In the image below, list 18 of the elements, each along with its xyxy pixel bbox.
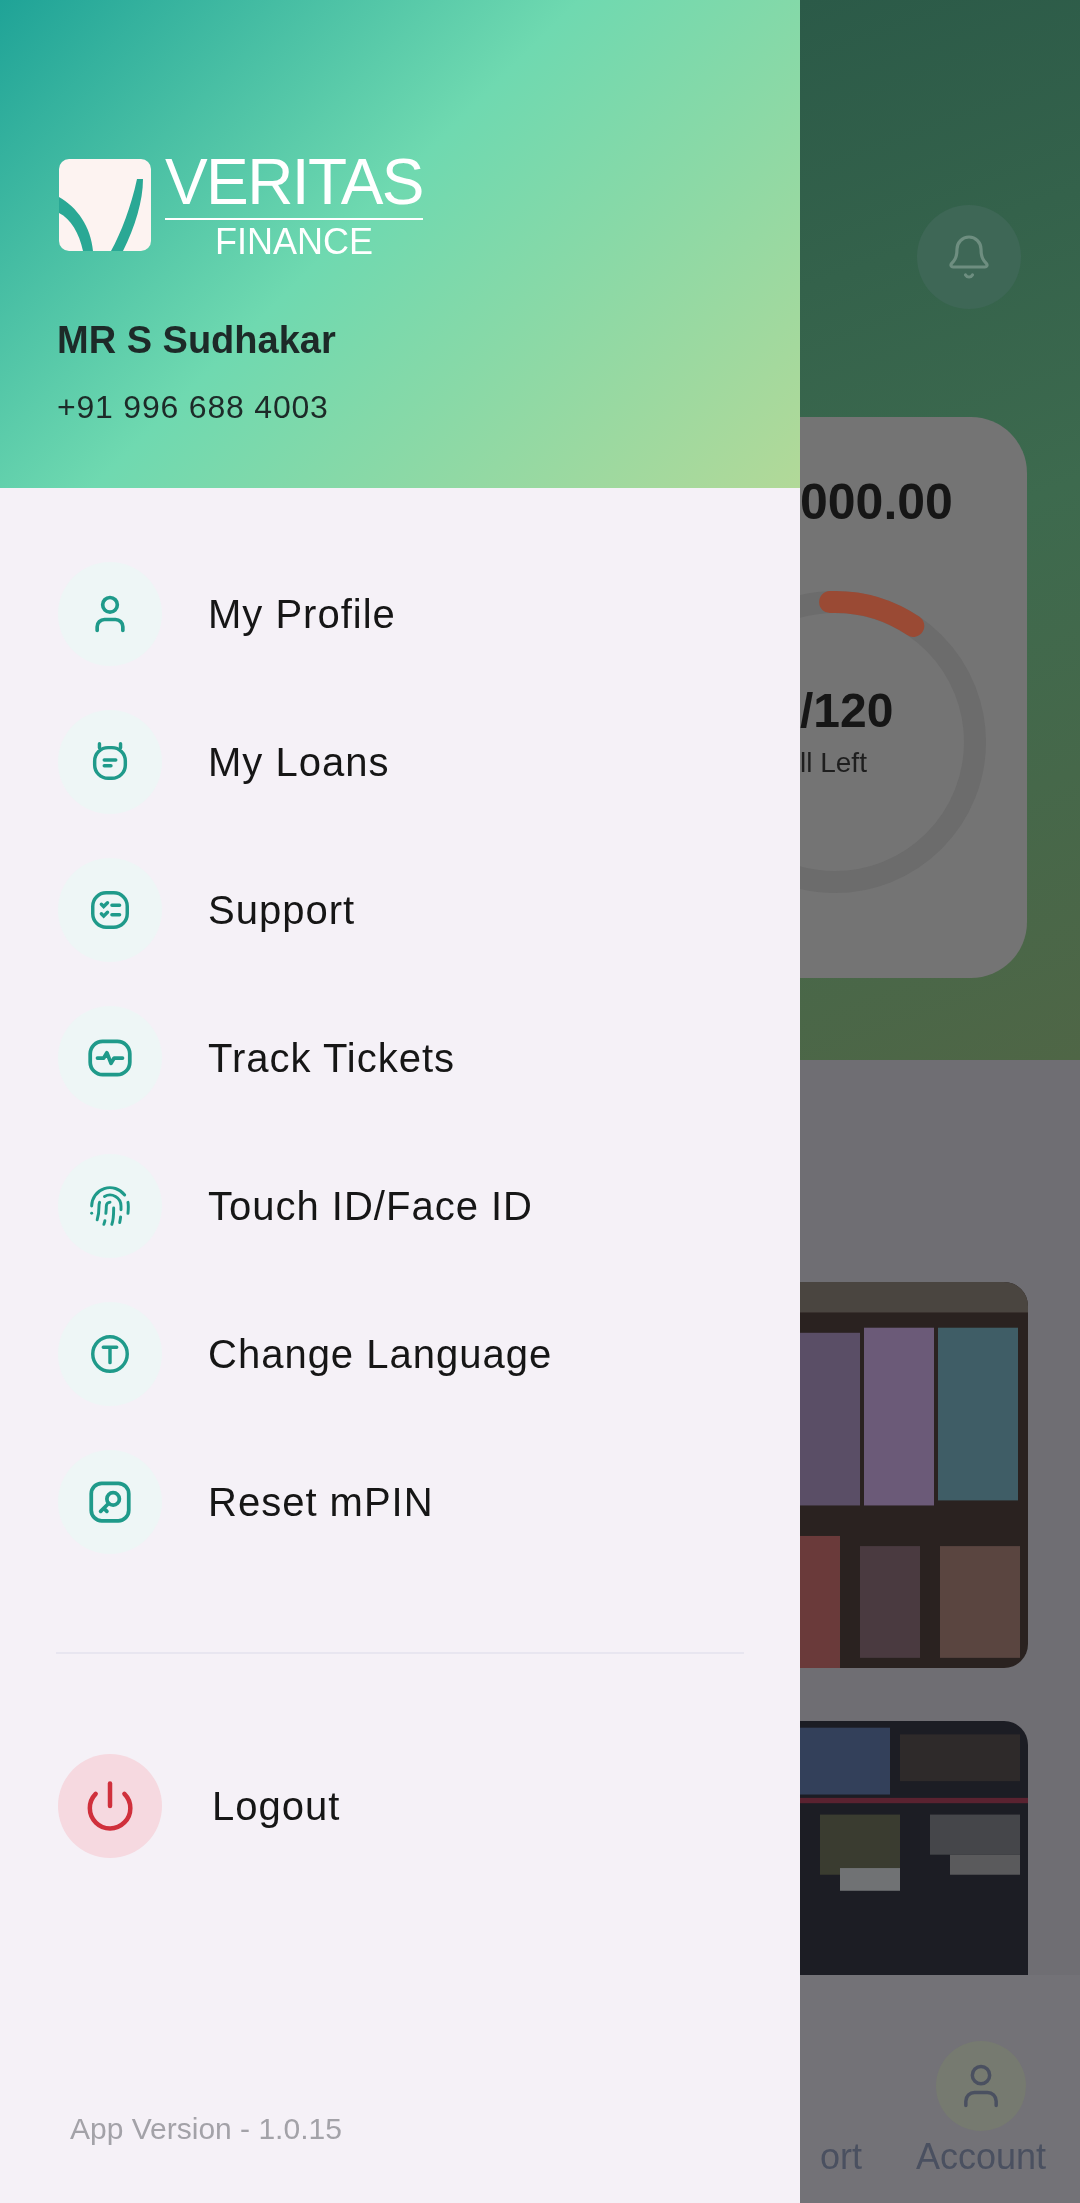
menu-item[interactable]: Track Tickets	[0, 984, 800, 1132]
logo-subtitle: FINANCE	[214, 224, 373, 260]
installments-count: /120	[800, 687, 895, 735]
loan-amount: 000.00	[800, 477, 954, 527]
logo-wordmark: VERITAS	[165, 150, 423, 220]
user-name: MR S Sudhakar	[57, 318, 337, 363]
menu-item[interactable]: Support	[0, 836, 800, 984]
logo-icon	[57, 157, 153, 253]
menu-item[interactable]: Change Language	[0, 1280, 800, 1428]
menu-item[interactable]: Reset mPIN	[0, 1428, 800, 1576]
phone-number: +91 996 688 4003	[57, 388, 330, 427]
menu-item[interactable]: My Profile	[0, 540, 800, 688]
fingerprint-icon	[88, 1184, 132, 1228]
menu-item[interactable]: My Loans	[0, 688, 800, 836]
installments-caption: ll Left	[800, 749, 868, 777]
menu-item[interactable]: Touch ID/Face ID	[0, 1132, 800, 1280]
app-version: App Version - 1.0.15	[69, 2111, 343, 2147]
logout-button[interactable]: Logout	[0, 1754, 800, 1858]
